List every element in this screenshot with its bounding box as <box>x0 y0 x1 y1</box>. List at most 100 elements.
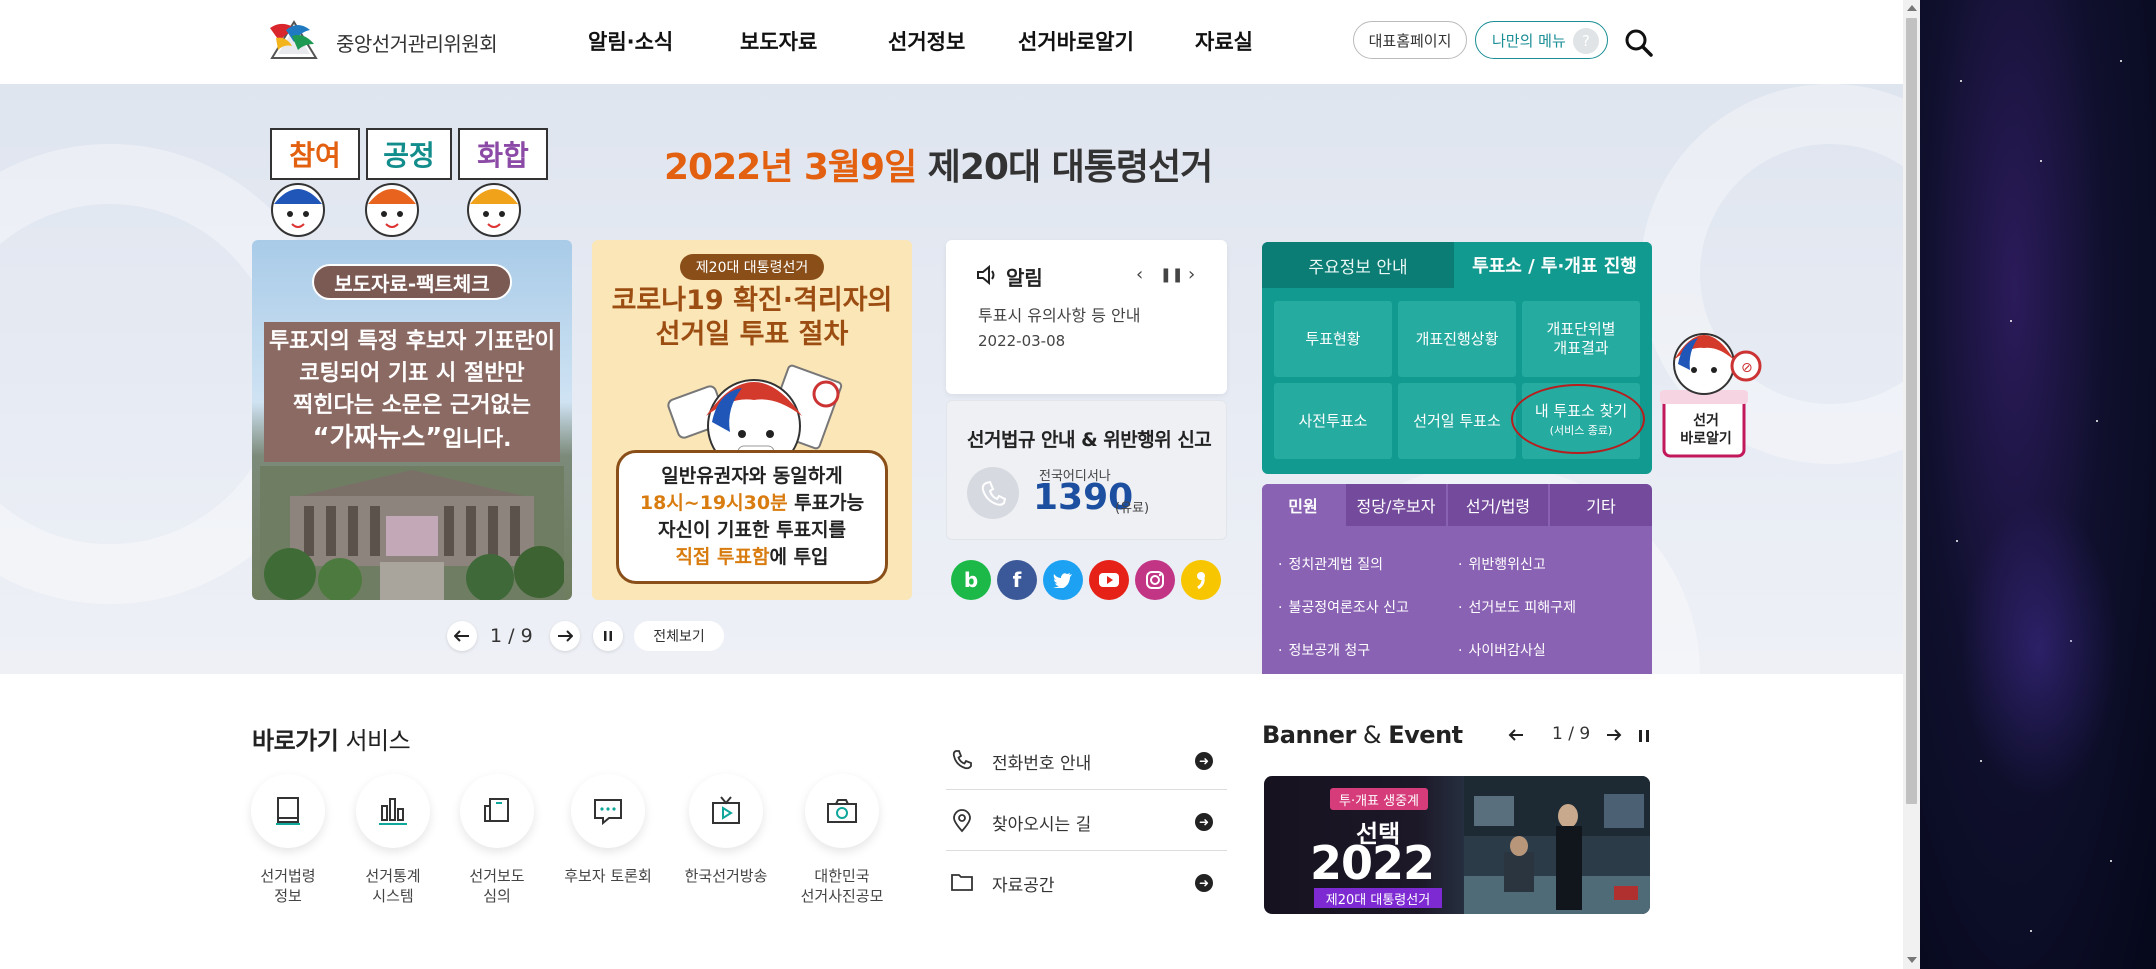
card-info-line: 직접 투표함에 투입 <box>619 544 885 571</box>
next-slide-button[interactable] <box>550 621 580 651</box>
nav-archive[interactable]: 자료실 <box>1195 26 1253 56</box>
quick-item-debate[interactable]: 후보자 토론회 <box>553 774 663 886</box>
nav-news[interactable]: 알림·소식 <box>588 26 673 56</box>
quick-item-statistics[interactable]: 선거통계 시스템 <box>338 774 448 906</box>
link-archive[interactable]: 자료공간 ➜ <box>946 852 1227 912</box>
civil-link[interactable]: 불공정여론조사 신고 <box>1278 597 1408 617</box>
my-menu-label: 나만의 메뉴 <box>1492 31 1566 50</box>
tab-election-law[interactable]: 선거/법령 <box>1448 484 1548 526</box>
tab-etc[interactable]: 기타 <box>1550 484 1652 526</box>
building-image <box>260 466 564 600</box>
civil-service-panel: 민원 정당/후보자 선거/법령 기타 정치관계법 질의 위반행위신고 불공정여론… <box>1262 484 1652 674</box>
link-directions[interactable]: 찾아오시는 길 ➜ <box>946 791 1227 851</box>
search-icon[interactable] <box>1624 28 1654 58</box>
scroll-down-icon[interactable] <box>1907 957 1917 963</box>
notice-title: 알림 <box>1006 266 1043 290</box>
help-icon[interactable]: ? <box>1573 28 1599 54</box>
prev-slide-button[interactable] <box>447 621 477 651</box>
vote-link-counting[interactable]: 개표진행상황 <box>1398 301 1516 377</box>
view-all-button[interactable]: 전체보기 <box>634 621 724 651</box>
election-guide-mascot[interactable]: ⊘ 선거 바로알기 <box>1660 320 1766 458</box>
link-label: 찾아오시는 길 <box>992 815 1092 835</box>
civil-link[interactable]: 사이버감사실 <box>1458 640 1545 660</box>
card-text-emphasis: “가짜뉴스” <box>312 423 443 453</box>
tv-play-icon <box>689 774 763 848</box>
hero-title-name: 제20대 대통령선거 <box>927 147 1213 188</box>
vote-link-turnout[interactable]: 투표현황 <box>1274 301 1392 377</box>
card-info-emphasis: 직접 투표함 <box>675 546 770 568</box>
banner-next-icon[interactable] <box>1606 728 1622 742</box>
civil-link[interactable]: 선거보도 피해구제 <box>1458 597 1576 617</box>
tab-main-info[interactable]: 주요정보 안내 <box>1262 242 1454 288</box>
main-homepage-button[interactable]: 대표홈페이지 <box>1353 21 1467 59</box>
chat-bubble-icon <box>571 774 645 848</box>
star-dot <box>1956 540 1958 542</box>
event-banner[interactable]: 투·개표 생중계 선택 2022 제20대 대통령선거 <box>1264 776 1650 914</box>
scroll-thumb[interactable] <box>1906 18 1917 804</box>
kakaostory-icon[interactable] <box>1181 560 1221 600</box>
sign-participation: 참여 <box>270 128 360 180</box>
star-dot <box>2010 320 2012 322</box>
vote-link-election-day-station[interactable]: 선거일 투표소 <box>1398 383 1516 459</box>
civil-link[interactable]: 위반행위신고 <box>1458 554 1545 574</box>
hotline-box[interactable]: 선거법규 안내 & 위반행위 신고 전국어디서나 1390 (유료) <box>946 400 1227 540</box>
slide-card-factcheck[interactable]: 보도자료-팩트체크 투표지의 특정 후보자 기표란이 코팅되어 기표 시 절반만… <box>252 240 572 600</box>
notice-item-link[interactable]: 투표시 유의사항 등 안내 <box>978 302 1140 326</box>
hero-title: 2022년 3월9일 제20대 대통령선거 <box>664 138 1213 190</box>
phone-icon <box>967 467 1019 519</box>
notice-prev-icon[interactable]: ‹ <box>1136 264 1143 285</box>
notice-next-icon[interactable]: › <box>1188 264 1195 285</box>
nav-election-info[interactable]: 선거정보 <box>888 26 965 56</box>
card-tag: 제20대 대통령선거 <box>680 254 824 280</box>
arrow-right-icon <box>558 630 573 642</box>
org-name[interactable]: 중앙선거관리위원회 <box>336 28 498 57</box>
link-phone-directory[interactable]: 전화번호 안내 ➜ <box>946 730 1227 790</box>
facebook-icon[interactable]: f <box>997 560 1037 600</box>
blog-icon[interactable]: b <box>951 560 991 600</box>
quick-item-press-review[interactable]: 선거보도 심의 <box>442 774 552 906</box>
youtube-icon[interactable] <box>1089 560 1129 600</box>
banner-event-title: Banner & Event <box>1262 721 1463 749</box>
card-title-line: 코로나19 확진·격리자의 <box>611 285 893 316</box>
quick-item-photo-contest[interactable]: 대한민국 선거사진공모 <box>787 774 897 906</box>
nav-press[interactable]: 보도자료 <box>740 26 817 56</box>
vote-link-results[interactable]: 개표단위별 개표결과 <box>1522 301 1640 377</box>
tab-polling-station[interactable]: 투표소 / 투·개표 진행 <box>1457 242 1652 288</box>
scroll-up-icon[interactable] <box>1907 5 1917 11</box>
my-menu-button[interactable]: 나만의 메뉴 ? <box>1475 21 1608 59</box>
mascot-icon <box>271 183 325 237</box>
notice-pause-icon[interactable]: ❚❚ <box>1160 267 1183 283</box>
card-info-line: 일반유권자와 동일하게 <box>661 465 843 487</box>
quick-item-label: 한국선거방송 <box>684 867 768 885</box>
tab-party-candidate[interactable]: 정당/후보자 <box>1346 484 1446 526</box>
banner-subtitle: 제20대 대통령선거 <box>1314 888 1442 908</box>
civil-link[interactable]: 정치관계법 질의 <box>1278 554 1383 574</box>
banner-prev-icon[interactable] <box>1508 728 1524 742</box>
slide-card-covid-voting[interactable]: 제20대 대통령선거 코로나19 확진·격리자의 선거일 투표 절차 일반유권자… <box>592 240 912 600</box>
quick-item-law-info[interactable]: 선거법령 정보 <box>233 774 343 906</box>
banner-pause-icon[interactable] <box>1638 729 1650 743</box>
nec-logo-icon[interactable] <box>264 14 324 62</box>
star-dot <box>2096 420 2098 422</box>
card-info-rest: 투표가능 <box>787 492 865 514</box>
arrow-right-icon: ➜ <box>1195 752 1213 770</box>
quick-item-broadcast[interactable]: 한국선거방송 <box>671 774 781 886</box>
tab-civil[interactable]: 민원 <box>1262 484 1344 526</box>
arrow-right-icon: ➜ <box>1195 874 1213 892</box>
vote-link-early-station[interactable]: 사전투표소 <box>1274 383 1392 459</box>
pause-slide-button[interactable] <box>593 621 623 651</box>
quick-title-bold: 바로가기 <box>252 727 339 755</box>
desktop-wallpaper <box>1920 0 2156 969</box>
folder-icon <box>951 874 973 891</box>
page-scrollbar[interactable] <box>1903 0 1920 969</box>
nav-election-guide[interactable]: 선거바로알기 <box>1018 26 1134 56</box>
hero-section: 참여 공정 화합 2022년 3월9일 제20대 대통령선거 보도자료-팩트체크… <box>0 84 1903 674</box>
location-pin-icon <box>953 809 971 833</box>
twitter-icon[interactable] <box>1043 560 1083 600</box>
instagram-icon[interactable] <box>1135 560 1175 600</box>
site-header: 중앙선거관리위원회 알림·소식 보도자료 선거정보 선거바로알기 자료실 대표홈… <box>0 0 1903 84</box>
civil-link[interactable]: 정보공개 청구 <box>1278 640 1370 660</box>
card-text-line: 투표지의 특정 후보자 기표란이 <box>268 329 556 354</box>
mascot-icon <box>467 183 521 237</box>
star-dot <box>1960 80 1962 82</box>
